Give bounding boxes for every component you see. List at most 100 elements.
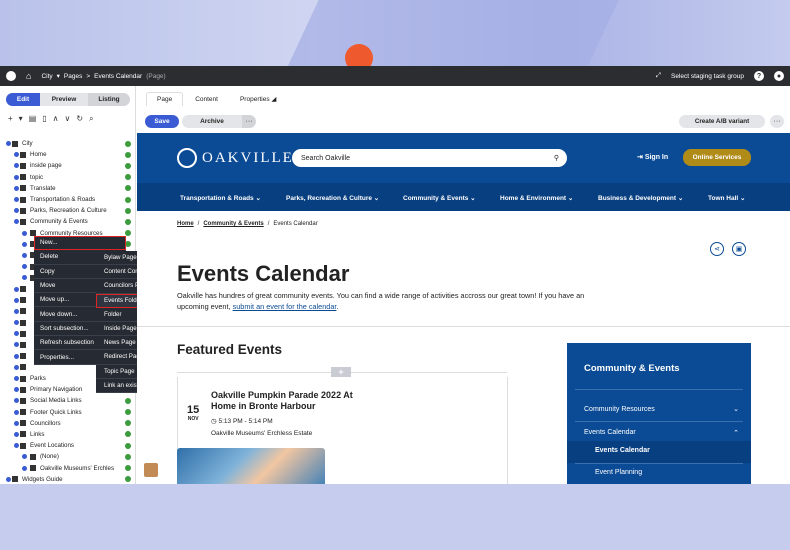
expand-toggle-icon[interactable] <box>14 331 19 337</box>
expand-toggle-icon[interactable] <box>22 454 27 460</box>
site-nav-item[interactable]: Town Hall ⌄ <box>708 194 745 202</box>
tree-item[interactable]: Translate <box>0 183 136 194</box>
site-nav-item[interactable]: Business & Development ⌄ <box>598 194 683 202</box>
expand-toggle-icon[interactable] <box>14 197 19 203</box>
save-button[interactable]: Save <box>145 114 179 128</box>
sign-in-link[interactable]: ⇥ Sign In <box>637 153 668 161</box>
expand-toggle-icon[interactable] <box>14 174 19 180</box>
user-icon[interactable]: ● <box>774 71 784 81</box>
tree-item[interactable]: Home <box>0 149 136 160</box>
staging-icon[interactable]: ⤢ <box>656 72 661 80</box>
tree-item[interactable]: Footer Quick Links <box>0 407 136 418</box>
mode-preview[interactable]: Preview <box>40 93 88 106</box>
expand-toggle-icon[interactable] <box>14 219 19 225</box>
expand-toggle-icon[interactable] <box>14 364 19 370</box>
expand-toggle-icon[interactable] <box>14 420 19 426</box>
expand-toggle-icon[interactable] <box>6 476 11 482</box>
crumb-pages[interactable]: Pages <box>64 73 82 80</box>
home-icon[interactable]: ⌂ <box>26 71 31 81</box>
more-options-button[interactable]: ··· <box>770 114 784 128</box>
event-title[interactable]: Oakville Pumpkin Parade 2022 At Home in … <box>211 390 371 412</box>
tree-item[interactable]: topic <box>0 172 136 183</box>
tree-item[interactable]: Widgets Guide <box>0 474 136 484</box>
expand-toggle-icon[interactable] <box>14 409 19 415</box>
tab-page[interactable]: Page <box>146 92 184 106</box>
sidebar-subitem-event-planning[interactable]: Event Planning <box>595 469 642 476</box>
expand-toggle-icon[interactable] <box>14 308 19 314</box>
refresh-icon[interactable]: ↻ <box>76 114 83 124</box>
online-services-button[interactable]: Online Services <box>683 149 751 166</box>
expand-toggle-icon[interactable] <box>14 286 19 292</box>
expand-toggle-icon[interactable] <box>14 387 19 393</box>
context-menu-item[interactable]: New... <box>34 236 126 251</box>
tree-item[interactable]: Event Locations <box>0 440 136 451</box>
expand-toggle-icon[interactable] <box>22 230 27 236</box>
sidebar-item-community-resources[interactable]: Community Resources <box>584 406 655 413</box>
staging-button[interactable]: Select staging task group <box>671 73 744 80</box>
cms-logo-icon[interactable] <box>6 71 16 81</box>
expand-toggle-icon[interactable] <box>22 264 27 270</box>
expand-toggle-icon[interactable] <box>14 320 19 326</box>
mode-listing[interactable]: Listing <box>88 93 130 106</box>
expand-toggle-icon[interactable] <box>14 208 19 214</box>
expand-toggle-icon[interactable] <box>22 275 27 281</box>
mode-edit[interactable]: Edit <box>6 93 40 106</box>
add-component-icon[interactable]: + <box>331 367 351 377</box>
site-nav-item[interactable]: Parks, Recreation & Culture ⌄ <box>286 194 379 202</box>
feedback-icon[interactable] <box>144 463 158 477</box>
expand-toggle-icon[interactable] <box>14 353 19 359</box>
expand-toggle-icon[interactable] <box>14 398 19 404</box>
tree-item[interactable]: Community & Events <box>0 216 136 227</box>
share-icon[interactable]: ⋖ <box>710 242 724 256</box>
help-icon[interactable]: ? <box>754 71 764 81</box>
expand-toggle-icon[interactable] <box>22 241 27 247</box>
create-ab-variant-button[interactable]: Create A/B variant <box>679 114 765 128</box>
move-up-icon[interactable]: ∧ <box>53 114 59 124</box>
expand-toggle-icon[interactable] <box>14 152 19 158</box>
move-down-icon[interactable]: ∨ <box>65 114 71 124</box>
sidebar-item-events-calendar[interactable]: Events Calendar <box>584 429 636 436</box>
tree-item[interactable]: (None) <box>0 451 136 462</box>
delete-icon[interactable]: ▾ <box>19 114 23 124</box>
search-icon[interactable]: ⚲ <box>554 154 559 162</box>
tree-item[interactable]: Parks, Recreation & Culture <box>0 205 136 216</box>
submit-event-link[interactable]: submit an event for the calendar <box>233 302 337 311</box>
tree-item[interactable]: City <box>0 138 136 149</box>
page-icon[interactable]: ▯ <box>42 114 46 124</box>
print-icon[interactable]: ▣ <box>732 242 746 256</box>
archive-more-button[interactable]: ··· <box>242 114 256 128</box>
tree-item[interactable]: Links <box>0 429 136 440</box>
tree-item[interactable]: Social Media Links <box>0 395 136 406</box>
site-nav-item[interactable]: Transportation & Roads ⌄ <box>180 194 261 202</box>
tree-item[interactable]: inside page <box>0 160 136 171</box>
site-search-input[interactable]: Search Oakville ⚲ <box>292 149 567 167</box>
expand-toggle-icon[interactable] <box>14 342 19 348</box>
bc-home[interactable]: Home <box>177 221 194 227</box>
sidebar-subitem-events-calendar[interactable]: Events Calendar <box>595 447 650 454</box>
tree-item[interactable]: Oakville Museums' Erchles <box>0 462 136 473</box>
expand-toggle-icon[interactable] <box>14 443 19 449</box>
expand-toggle-icon[interactable] <box>14 297 19 303</box>
tree-item[interactable]: Transportation & Roads <box>0 194 136 205</box>
crumb-city[interactable]: City <box>41 73 52 80</box>
expand-toggle-icon[interactable] <box>22 465 27 471</box>
chevron-down-icon[interactable]: ⌄ <box>733 405 739 413</box>
chevron-up-icon[interactable]: ⌃ <box>733 429 739 437</box>
tab-properties[interactable]: Properties ◢ <box>230 92 286 106</box>
expand-toggle-icon[interactable] <box>14 431 19 437</box>
tree-item[interactable]: Councillors <box>0 418 136 429</box>
copy-icon[interactable]: ▤ <box>29 114 37 124</box>
site-nav-item[interactable]: Community & Events ⌄ <box>403 194 476 202</box>
expand-toggle-icon[interactable] <box>14 376 19 382</box>
expand-toggle-icon[interactable] <box>14 163 19 169</box>
expand-toggle-icon[interactable] <box>22 252 27 258</box>
expand-toggle-icon[interactable] <box>6 141 11 147</box>
add-icon[interactable]: + <box>8 114 13 124</box>
tab-content[interactable]: Content <box>185 92 228 106</box>
site-logo[interactable]: OAKVILLE <box>177 148 294 168</box>
archive-button[interactable]: Archive <box>182 114 242 128</box>
search-icon[interactable]: ⌕ <box>89 114 93 124</box>
expand-toggle-icon[interactable] <box>14 185 19 191</box>
site-nav-item[interactable]: Home & Environment ⌄ <box>500 194 573 202</box>
bc-section[interactable]: Community & Events <box>203 221 263 227</box>
